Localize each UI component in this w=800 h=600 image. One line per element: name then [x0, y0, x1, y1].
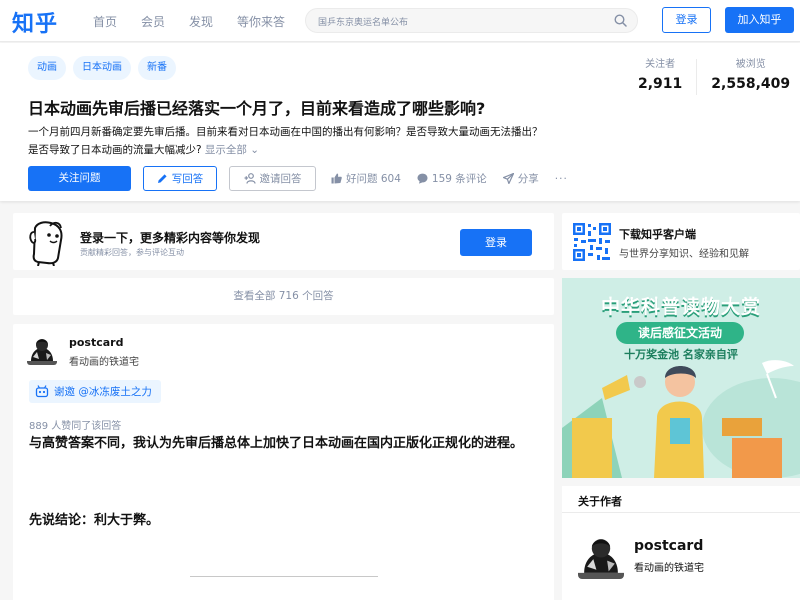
question-header: 动画 日本动画 新番 关注者 2,911 被浏览 2,558,409 日本动画先…	[0, 43, 800, 201]
good-question-button[interactable]: 好问题 604	[331, 171, 401, 186]
question-stats: 关注者 2,911 被浏览 2,558,409	[638, 55, 790, 95]
login-prompt-card: 登录一下，更多精彩内容等你发现 贡献精彩回答，参与评论互动 登录	[13, 213, 554, 270]
followers-label: 关注者	[645, 59, 676, 70]
views-stat: 被浏览 2,558,409	[711, 55, 790, 95]
stat-divider	[696, 59, 698, 95]
banner-tagline: 十万奖金池 名家亲自评	[624, 348, 738, 361]
views-label: 被浏览	[735, 59, 766, 70]
nav-discover[interactable]: 发现	[189, 13, 213, 30]
followers-count: 2,911	[638, 76, 683, 92]
question-detail-text: 一个月前四月新番确定要先审后播。目前来看对日本动画在中国的播出有何影响？是否导致…	[28, 126, 543, 156]
about-author-heading: 关于作者	[578, 495, 622, 508]
login-prompt-subtitle: 贡献精彩回答，参与评论互动	[80, 248, 184, 257]
banner-title: 中华科普读物大赏	[600, 296, 761, 318]
nav-home[interactable]: 首页	[93, 13, 117, 30]
content-divider	[190, 576, 378, 577]
write-answer-label: 写回答	[171, 173, 204, 185]
follow-question-button[interactable]: 关注问题	[28, 166, 131, 191]
banner-subtitle: 读后感征文活动	[616, 322, 744, 344]
answer-paragraph: 先说结论：利大于弊。	[29, 513, 160, 528]
question-detail: 一个月前四月新番确定要先审后播。目前来看对日本动画在中国的播出有何影响？是否导致…	[28, 123, 548, 159]
topic-tag[interactable]: 新番	[138, 56, 176, 80]
join-button[interactable]: 加入知乎	[725, 7, 794, 33]
avatar[interactable]	[27, 335, 57, 365]
topic-tag[interactable]: 动画	[28, 56, 66, 80]
robot-icon	[35, 385, 49, 398]
nav-vip[interactable]: 会员	[141, 13, 165, 30]
comment-icon	[417, 173, 428, 184]
zhihu-logo[interactable]: 知乎	[12, 6, 58, 38]
show-all-button[interactable]: 显示全部 ⌄	[205, 144, 259, 156]
top-bar: 知乎 首页 会员 发现 等你来答 国乒东京奥运名单公布 登录 加入知乎	[0, 0, 800, 42]
answer-paragraph: 与高赞答案不同，我认为先审后播总体上加快了日本动画在国内正版化正规化的进程。	[29, 436, 524, 451]
qr-code-icon	[572, 222, 612, 262]
login-prompt-button[interactable]: 登录	[460, 229, 532, 256]
app-download-title: 下载知乎客户端	[619, 228, 696, 241]
about-author-card: 关于作者 postcard 看动画的铁道宅	[562, 486, 800, 600]
comments-label: 159 条评论	[431, 173, 487, 185]
pencil-icon	[157, 173, 168, 184]
more-button[interactable]: ···	[555, 173, 568, 185]
write-answer-button[interactable]: 写回答	[143, 166, 217, 191]
views-count: 2,558,409	[711, 76, 791, 92]
promo-banner[interactable]: 中华科普读物大赏 读后感征文活动 十万奖金池 名家亲自评	[562, 278, 800, 478]
author-name[interactable]: postcard	[69, 336, 123, 349]
invite-tag[interactable]: 谢邀 @冰冻废土之力	[29, 380, 161, 403]
show-all-label: 显示全部	[204, 144, 247, 156]
chevron-down-icon: ⌄	[250, 144, 260, 156]
thumbs-up-icon	[331, 173, 342, 184]
question-actions: 关注问题 写回答 邀请回答 好问题 604 159 条评论 分享 ···	[28, 166, 568, 191]
share-label: 分享	[517, 173, 539, 185]
invite-answer-label: 邀请回答	[259, 173, 302, 185]
invite-answer-button[interactable]: 邀请回答	[229, 166, 316, 191]
answer-card: postcard 看动画的铁道宅 谢邀 @冰冻废土之力 889 人赞同了该回答 …	[13, 324, 554, 600]
topic-tag[interactable]: 日本动画	[73, 56, 131, 80]
about-divider	[562, 512, 800, 513]
topic-list: 动画 日本动画 新番	[28, 56, 176, 80]
avatar[interactable]	[578, 533, 624, 579]
author-bio: 看动画的铁道宅	[69, 357, 139, 368]
followers-stat[interactable]: 关注者 2,911	[638, 55, 682, 95]
search-icon[interactable]	[614, 14, 627, 27]
view-all-answers-link[interactable]: 查看全部 716 个回答	[13, 278, 554, 315]
question-title: 日本动画先审后播已经落实一个月了，目前来看造成了哪些影响?	[28, 99, 486, 118]
about-author-bio: 看动画的铁道宅	[634, 563, 704, 574]
vote-count: 889 人赞同了该回答	[29, 421, 122, 432]
app-download-subtitle: 与世界分享知识、经验和见解	[619, 249, 749, 260]
share-icon	[502, 173, 514, 184]
share-button[interactable]: 分享	[502, 171, 539, 186]
search-input[interactable]: 国乒东京奥运名单公布	[305, 8, 638, 33]
add-user-icon	[244, 173, 256, 184]
app-download-card[interactable]: 下载知乎客户端 与世界分享知识、经验和见解	[562, 213, 800, 270]
login-button[interactable]: 登录	[662, 7, 711, 33]
mascot-icon	[28, 220, 66, 266]
search-placeholder: 国乒东京奥运名单公布	[318, 18, 409, 28]
main-nav: 首页 会员 发现 等你来答	[93, 13, 285, 30]
login-prompt-title: 登录一下，更多精彩内容等你发现	[80, 231, 261, 245]
nav-waiting[interactable]: 等你来答	[237, 13, 285, 30]
good-question-label: 好问题 604	[346, 173, 401, 185]
comments-button[interactable]: 159 条评论	[417, 171, 487, 186]
about-author-name[interactable]: postcard	[634, 538, 703, 554]
invite-tag-text: 谢邀 @冰冻废土之力	[54, 386, 152, 398]
